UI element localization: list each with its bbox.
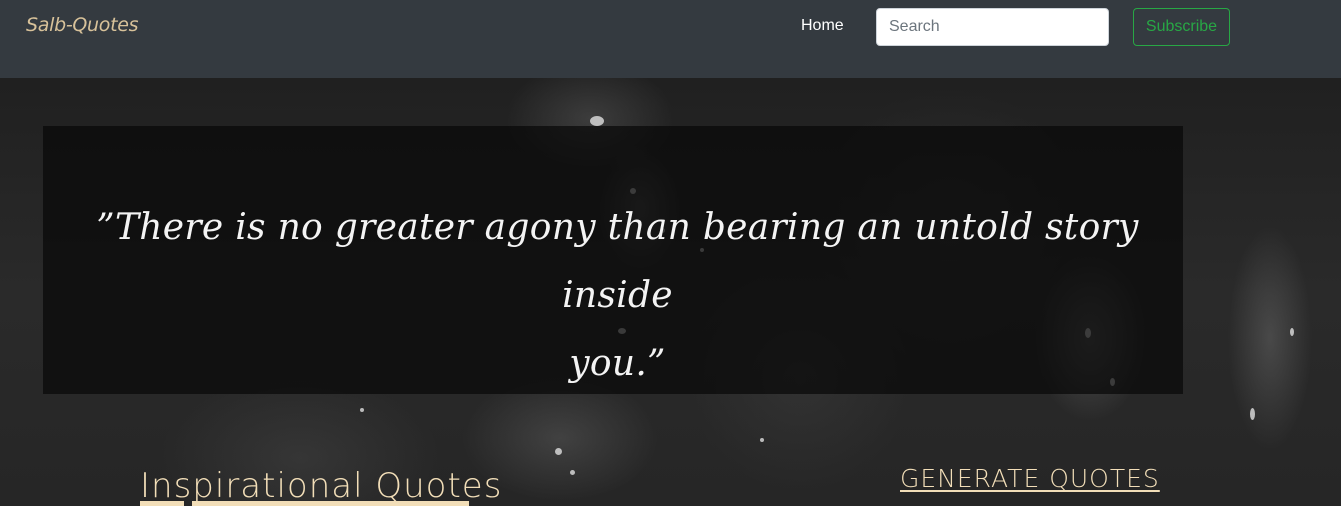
generate-quotes-link[interactable]: GENERATE QUOTES [900, 464, 1160, 493]
subscribe-button[interactable]: Subscribe [1133, 8, 1230, 46]
featured-quote: ”There is no greater agony than bearing … [95, 194, 1140, 398]
section-title: Inspirational Quotes [140, 466, 503, 506]
search-input[interactable] [876, 8, 1109, 46]
nav-home-link[interactable]: Home [801, 17, 844, 35]
title-underline-right [192, 501, 469, 506]
brand-logo-link[interactable]: Salb-Quotes [26, 14, 139, 36]
quote-line-1: ”There is no greater agony than bearing … [96, 207, 1139, 316]
title-underline-left [140, 501, 184, 506]
navbar: Salb-Quotes Home Subscribe [0, 0, 1341, 78]
quote-line-2: you.” [569, 343, 666, 384]
